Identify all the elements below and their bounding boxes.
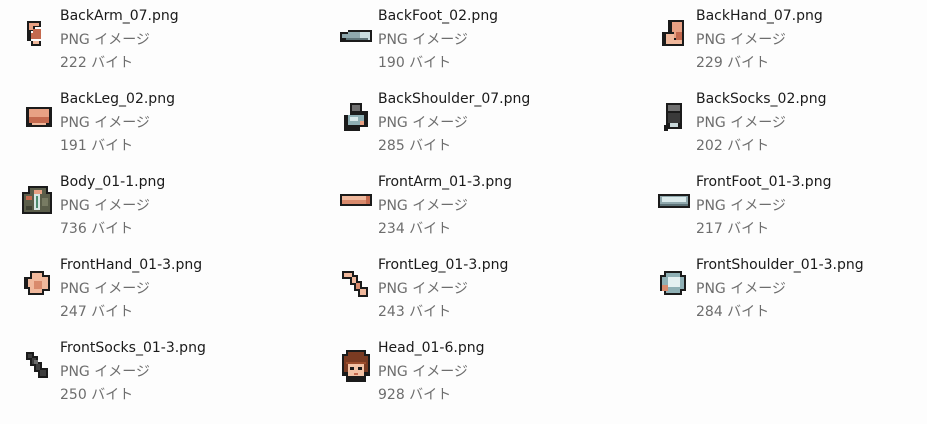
front-shoulder-thumbnail <box>656 265 692 301</box>
file-size: 250 バイト <box>60 387 134 403</box>
file-tile[interactable]: FrontArm_01-3.png PNG イメージ 234 バイト <box>318 166 618 242</box>
file-size: 243 バイト <box>378 304 452 320</box>
file-type: PNG イメージ <box>696 197 786 214</box>
file-type: PNG イメージ <box>378 280 468 297</box>
file-name: FrontArm_01-3.png <box>378 174 513 190</box>
front-hand-thumbnail <box>20 265 56 301</box>
file-name: FrontHand_01-3.png <box>60 257 203 273</box>
back-foot-thumbnail <box>338 16 374 52</box>
file-size: 285 バイト <box>378 138 452 154</box>
file-tile[interactable]: BackSocks_02.png PNG イメージ 202 バイト <box>636 83 927 159</box>
file-size: 202 バイト <box>696 138 770 154</box>
file-type: PNG イメージ <box>60 31 150 48</box>
file-size: 191 バイト <box>60 138 134 154</box>
back-hand-thumbnail <box>656 16 692 52</box>
file-tile[interactable]: Body_01-1.png PNG イメージ 736 バイト <box>0 166 300 242</box>
back-leg-thumbnail <box>20 99 56 135</box>
file-name: Body_01-1.png <box>60 174 166 190</box>
file-name: BackFoot_02.png <box>378 8 499 24</box>
file-name: FrontShoulder_01-3.png <box>696 257 864 273</box>
file-tile[interactable]: BackFoot_02.png PNG イメージ 190 バイト <box>318 0 618 76</box>
file-tile[interactable]: FrontSocks_01-3.png PNG イメージ 250 バイト <box>0 332 300 408</box>
file-tile-grid: BackArm_07.png PNG イメージ 222 バイト BackFoot… <box>0 0 927 424</box>
file-name: BackShoulder_07.png <box>378 91 531 107</box>
file-type: PNG イメージ <box>60 114 150 131</box>
file-tile[interactable]: BackShoulder_07.png PNG イメージ 285 バイト <box>318 83 618 159</box>
file-tile[interactable]: FrontFoot_01-3.png PNG イメージ 217 バイト <box>636 166 927 242</box>
file-size: 284 バイト <box>696 304 770 320</box>
file-size: 234 バイト <box>378 221 452 237</box>
file-name: FrontFoot_01-3.png <box>696 174 832 190</box>
file-tile[interactable]: Head_01-6.png PNG イメージ 928 バイト <box>318 332 618 408</box>
file-type: PNG イメージ <box>696 31 786 48</box>
file-type: PNG イメージ <box>378 31 468 48</box>
file-type: PNG イメージ <box>60 280 150 297</box>
file-tile[interactable]: FrontShoulder_01-3.png PNG イメージ 284 バイト <box>636 249 927 325</box>
file-name: BackArm_07.png <box>60 8 179 24</box>
file-size: 222 バイト <box>60 55 134 71</box>
file-size: 247 バイト <box>60 304 134 320</box>
file-tile[interactable]: BackHand_07.png PNG イメージ 229 バイト <box>636 0 927 76</box>
file-type: PNG イメージ <box>60 197 150 214</box>
file-size: 229 バイト <box>696 55 770 71</box>
file-type: PNG イメージ <box>378 363 468 380</box>
file-name: BackLeg_02.png <box>60 91 175 107</box>
file-size: 190 バイト <box>378 55 452 71</box>
file-name: BackHand_07.png <box>696 8 823 24</box>
front-socks-thumbnail <box>20 348 56 384</box>
head-thumbnail <box>338 348 374 384</box>
file-type: PNG イメージ <box>378 114 468 131</box>
file-type: PNG イメージ <box>696 114 786 131</box>
back-arm-thumbnail <box>20 16 56 52</box>
body-thumbnail <box>20 182 56 218</box>
file-tile[interactable]: BackArm_07.png PNG イメージ 222 バイト <box>0 0 300 76</box>
file-tile[interactable]: FrontLeg_01-3.png PNG イメージ 243 バイト <box>318 249 618 325</box>
file-size: 217 バイト <box>696 221 770 237</box>
file-size: 736 バイト <box>60 221 134 237</box>
file-size: 928 バイト <box>378 387 452 403</box>
front-leg-thumbnail <box>338 265 374 301</box>
file-tile[interactable]: BackLeg_02.png PNG イメージ 191 バイト <box>0 83 300 159</box>
file-type: PNG イメージ <box>60 363 150 380</box>
file-name: Head_01-6.png <box>378 340 485 356</box>
file-type: PNG イメージ <box>696 280 786 297</box>
file-name: FrontLeg_01-3.png <box>378 257 509 273</box>
file-type: PNG イメージ <box>378 197 468 214</box>
file-name: FrontSocks_01-3.png <box>60 340 206 356</box>
back-shoulder-thumbnail <box>338 99 374 135</box>
front-foot-thumbnail <box>656 182 692 218</box>
back-socks-thumbnail <box>656 99 692 135</box>
front-arm-thumbnail <box>338 182 374 218</box>
file-name: BackSocks_02.png <box>696 91 827 107</box>
file-tile[interactable]: FrontHand_01-3.png PNG イメージ 247 バイト <box>0 249 300 325</box>
